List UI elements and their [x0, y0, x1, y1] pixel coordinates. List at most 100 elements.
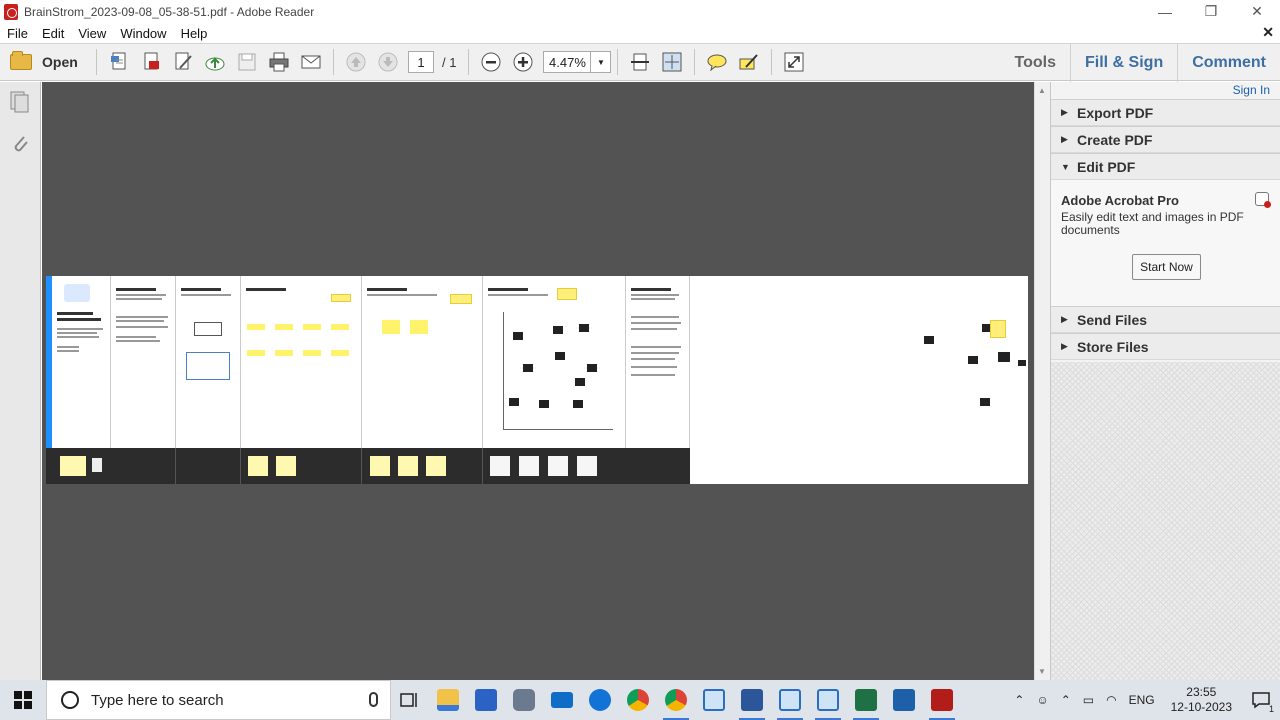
taskbar-file-explorer[interactable]: [429, 680, 467, 720]
print-icon: [269, 52, 289, 72]
open-label: Open: [42, 54, 78, 70]
fit-page-button[interactable]: [659, 49, 685, 75]
plus-icon: [513, 52, 533, 72]
taskbar-edge[interactable]: [581, 680, 619, 720]
battery-icon[interactable]: ▭: [1077, 693, 1100, 707]
taskbar-chrome-profile[interactable]: [657, 680, 695, 720]
arrow-down-icon: [378, 52, 398, 72]
section-store-files[interactable]: ▶ Store Files: [1051, 333, 1280, 360]
windows-taskbar: Type here to search ⌃ ☺ ⌃ ▭ ◠ ENG 23:55 …: [0, 680, 1280, 720]
search-placeholder: Type here to search: [91, 691, 224, 709]
cloud-upload-icon: [205, 57, 225, 71]
triangle-right-icon: ▶: [1061, 314, 1068, 324]
page-number-input[interactable]: 1: [408, 51, 434, 73]
scroll-up-arrow-icon[interactable]: ▲: [1038, 86, 1046, 95]
taskbar-store[interactable]: [467, 680, 505, 720]
mail-envelope-icon: [551, 692, 573, 708]
tab-comment[interactable]: Comment: [1177, 44, 1280, 82]
scroll-down-arrow-icon[interactable]: ▼: [1038, 667, 1046, 676]
menu-window[interactable]: Window: [113, 26, 173, 41]
zoom-in-button[interactable]: [510, 49, 536, 75]
tab-fill-sign[interactable]: Fill & Sign: [1070, 44, 1177, 82]
fit-page-width-button[interactable]: [627, 49, 653, 75]
close-document-button[interactable]: ✕: [1262, 24, 1274, 41]
taskbar-clock[interactable]: 23:55 12-10-2023: [1161, 685, 1242, 715]
taskbar-mail[interactable]: [543, 680, 581, 720]
show-hidden-icons-chevron-icon[interactable]: ⌃: [1055, 693, 1077, 707]
board-frame: [626, 276, 690, 448]
canvas-note: [968, 356, 978, 364]
taskbar-snip-tool-2[interactable]: [771, 680, 809, 720]
section-edit-pdf[interactable]: ▼ Edit PDF: [1051, 153, 1280, 180]
window-title: BrainStrom_2023-09-08_05-38-51.pdf - Ado…: [24, 4, 315, 19]
menu-view[interactable]: View: [71, 26, 113, 41]
pdf-page: [46, 276, 1028, 484]
snipping-tool-icon: [817, 689, 839, 711]
toolbar-separator: [468, 49, 470, 75]
edit-pdf-description: Easily edit text and images in PDF docum…: [1061, 210, 1244, 237]
canvas-note: [924, 336, 934, 344]
export-pdf-button[interactable]: [138, 49, 164, 75]
menu-edit[interactable]: Edit: [35, 26, 71, 41]
next-page-button[interactable]: [375, 49, 401, 75]
title-bar: BrainStrom_2023-09-08_05-38-51.pdf - Ado…: [0, 0, 1280, 23]
attachments-paperclip-icon[interactable]: [9, 132, 31, 156]
restore-button[interactable]: ❐: [1188, 0, 1234, 23]
edit-pdf-panel: Adobe Acrobat Pro Easily edit text and i…: [1051, 180, 1280, 308]
notification-count: 1: [1268, 704, 1274, 714]
minimize-button[interactable]: —: [1142, 0, 1188, 23]
tab-tools[interactable]: Tools: [1001, 44, 1070, 82]
canvas-note: [1018, 360, 1026, 366]
zoom-dropdown-button[interactable]: ▼: [591, 51, 612, 73]
section-send-files[interactable]: ▶ Send Files: [1051, 306, 1280, 333]
task-view-button[interactable]: [391, 680, 429, 720]
print-button[interactable]: [266, 49, 292, 75]
menu-bar: File Edit View Window Help ✕: [0, 23, 1280, 43]
tray-expand-arrows-icon[interactable]: ⌃: [1008, 693, 1030, 707]
taskbar-snip-tool[interactable]: [695, 680, 733, 720]
section-export-pdf[interactable]: ▶ Export PDF: [1051, 99, 1280, 126]
sign-in-link[interactable]: Sign In: [1233, 83, 1270, 97]
taskbar-chrome[interactable]: [619, 680, 657, 720]
canvas-note: [982, 324, 990, 332]
create-pdf-button[interactable]: [106, 49, 132, 75]
start-button[interactable]: [0, 680, 46, 720]
input-language[interactable]: ENG: [1123, 693, 1161, 707]
vertical-scrollbar[interactable]: ▲ ▼: [1034, 82, 1050, 680]
task-pane-tabs: Tools Fill & Sign Comment: [1001, 44, 1280, 82]
wifi-icon[interactable]: ◠: [1100, 693, 1122, 707]
taskbar-camera[interactable]: [505, 680, 543, 720]
canvas-note: [998, 352, 1010, 362]
menu-help[interactable]: Help: [174, 26, 215, 41]
add-sticky-note-button[interactable]: [704, 49, 730, 75]
taskbar-snip-tool-3[interactable]: [809, 680, 847, 720]
upload-button[interactable]: [202, 49, 228, 75]
section-create-pdf[interactable]: ▶ Create PDF: [1051, 126, 1280, 153]
taskbar-excel[interactable]: [847, 680, 885, 720]
triangle-right-icon: ▶: [1061, 341, 1068, 351]
zoom-out-button[interactable]: [478, 49, 504, 75]
highlight-text-button[interactable]: [736, 49, 762, 75]
folder-icon: [437, 689, 459, 711]
start-now-button[interactable]: Start Now: [1132, 254, 1201, 280]
taskbar-photos[interactable]: [885, 680, 923, 720]
zoom-level-input[interactable]: 4.47%: [543, 51, 592, 73]
email-button[interactable]: [298, 49, 324, 75]
close-button[interactable]: ✕: [1234, 0, 1280, 23]
page-thumbnails-icon[interactable]: [9, 90, 31, 114]
full-screen-button[interactable]: [781, 49, 807, 75]
edit-pdf-button[interactable]: [170, 49, 196, 75]
highlighter-icon: [739, 54, 759, 70]
microphone-icon[interactable]: [369, 692, 378, 707]
taskbar-adobe-reader[interactable]: [923, 680, 961, 720]
window-controls: — ❐ ✕: [1142, 0, 1280, 23]
open-button[interactable]: Open: [10, 51, 90, 70]
action-center-button[interactable]: 1: [1242, 680, 1280, 720]
document-view[interactable]: [42, 82, 1034, 680]
taskbar-word[interactable]: [733, 680, 771, 720]
people-icon[interactable]: ☺: [1030, 693, 1054, 707]
previous-page-button[interactable]: [343, 49, 369, 75]
menu-file[interactable]: File: [0, 26, 35, 41]
taskbar-search-box[interactable]: Type here to search: [46, 680, 391, 720]
save-button[interactable]: [234, 49, 260, 75]
